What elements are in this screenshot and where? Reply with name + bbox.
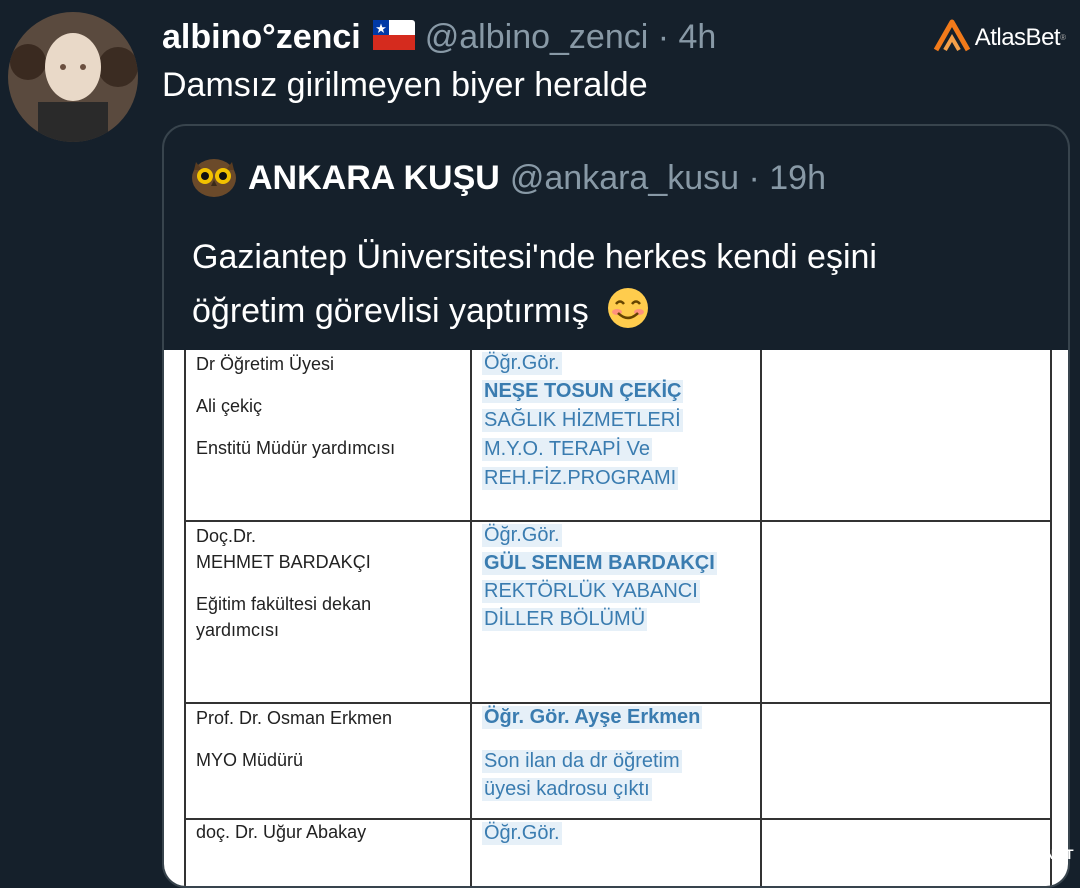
tweet-text: Damsız girilmeyen biyer heralde — [162, 66, 648, 104]
document-cell-right — [762, 704, 1052, 818]
quoted-text: Gaziantep Üniversitesi'nde herkes kendi … — [192, 230, 1052, 346]
document-cell-middle: Öğr.Gör. GÜL SENEM BARDAKÇI REKTÖRLÜK YA… — [472, 522, 762, 702]
document-cell-middle: Öğr.Gör. — [472, 820, 762, 886]
cell-text: Öğr.Gör. — [482, 352, 562, 375]
attached-document-image[interactable]: Dr Öğretim Üyesi Ali çekiç Enstitü Müdür… — [164, 350, 1068, 886]
tweet-header: albino°zenci @albino_zenci · 4h — [162, 14, 716, 60]
quoted-tweet[interactable]: ANKARA KUŞU @ankara_kusu · 19h Gaziantep… — [162, 124, 1070, 888]
document-cell-left: Doç.Dr. MEHMET BARDAKÇI Eğitim fakültesi… — [184, 522, 472, 702]
cell-text: MEHMET BARDAKÇI — [196, 552, 371, 572]
cell-text: GÜL SENEM BARDAKÇI — [482, 552, 717, 575]
smiling-face-emoji — [606, 286, 650, 346]
document-cell-left: doç. Dr. Uğur Abakay — [184, 820, 472, 886]
document-cell-left: Dr Öğretim Üyesi Ali çekiç Enstitü Müdür… — [184, 350, 472, 520]
cell-text: Doç.Dr. — [196, 526, 257, 546]
cell-text: Ali çekiç — [196, 396, 263, 416]
cell-text: Dr Öğretim Üyesi — [196, 354, 335, 374]
cell-text: Öğr.Gör. — [482, 524, 562, 547]
cell-text: Öğr.Gör. — [482, 822, 562, 845]
cell-text: üyesi kadrosu çıktı — [482, 778, 652, 801]
document-cell-left: Prof. Dr. Osman Erkmen MYO Müdürü — [184, 704, 472, 818]
cell-text: M.Y.O. TERAPİ Ve — [482, 438, 652, 461]
avatar[interactable] — [8, 12, 138, 142]
atlasbet-logo-icon — [933, 18, 971, 57]
cell-text: MYO Müdürü — [196, 750, 304, 770]
brand-name: AtlasBet — [974, 23, 1061, 51]
cell-text: Prof. Dr. Osman Erkmen — [196, 708, 393, 728]
cell-text: yardımcısı — [196, 620, 280, 640]
cell-text: doç. Dr. Uğur Abakay — [196, 822, 367, 842]
cell-text: Eğitim fakültesi dekan — [196, 594, 372, 614]
quoted-handle[interactable]: @ankara_kusu · 19h — [510, 159, 826, 198]
display-name[interactable]: albino°zenci — [162, 18, 361, 57]
owl-avatar-icon[interactable] — [190, 154, 238, 203]
quoted-display-name[interactable]: ANKARA KUŞU — [248, 159, 500, 198]
cell-text: Enstitü Müdür yardımcısı — [196, 438, 396, 458]
cell-text: REKTÖRLÜK YABANCI — [482, 580, 700, 603]
document-cell-right — [762, 522, 1052, 702]
document-cell-middle: Öğr.Gör. NEŞE TOSUN ÇEKİÇ SAĞLIK HİZMETL… — [472, 350, 762, 520]
document-row: Prof. Dr. Osman Erkmen MYO Müdürü Öğr. G… — [184, 704, 1052, 820]
chile-flag-icon — [372, 19, 415, 55]
document-cell-middle: Öğr. Gör. Ayşe Erkmen Son ilan da dr öğr… — [472, 704, 762, 818]
quoted-text-line-2-text: öğretim görevlisi yaptırmış — [192, 292, 589, 330]
user-handle[interactable]: @albino_zenci · 4h — [425, 18, 717, 57]
brand-logo: AtlasBet ® — [933, 18, 1066, 57]
quoted-text-line-1: Gaziantep Üniversitesi'nde herkes kendi … — [192, 238, 877, 276]
document-row: doç. Dr. Uğur Abakay Öğr.Gör. — [184, 820, 1052, 886]
quoted-header: ANKARA KUŞU @ankara_kusu · 19h — [190, 156, 826, 200]
cell-text: REH.FİZ.PROGRAMI — [482, 467, 679, 490]
quoted-text-line-2: öğretim görevlisi yaptırmış — [192, 284, 1052, 346]
cell-text: NEŞE TOSUN ÇEKİÇ — [482, 380, 684, 403]
cell-text: Öğr. Gör. Ayşe Erkmen — [482, 706, 703, 729]
cell-text: DİLLER BÖLÜMÜ — [482, 608, 648, 631]
cell-text: SAĞLIK HİZMETLERİ — [482, 409, 683, 432]
document-row: Doç.Dr. MEHMET BARDAKÇI Eğitim fakültesi… — [184, 522, 1052, 704]
cell-text: Son ilan da dr öğretim — [482, 750, 682, 773]
document-cell-right — [762, 350, 1052, 520]
document-row: Dr Öğretim Üyesi Ali çekiç Enstitü Müdür… — [184, 350, 1052, 522]
brand-sup: ® — [1060, 33, 1066, 42]
watermark: GULDUM.NET — [975, 846, 1074, 862]
